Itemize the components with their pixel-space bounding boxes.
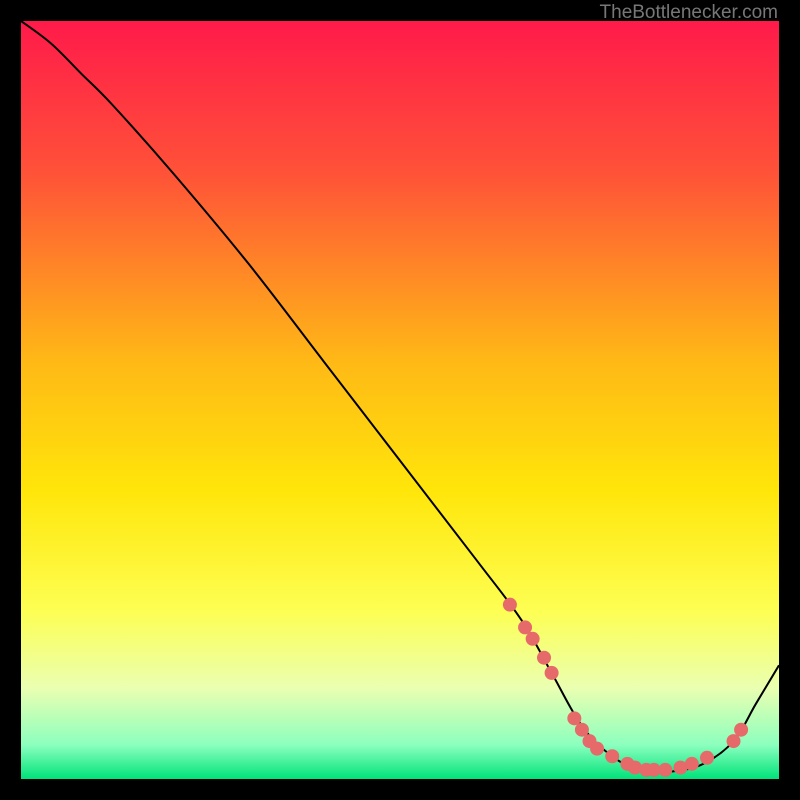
- data-marker: [734, 723, 748, 737]
- bottleneck-chart: [21, 21, 779, 779]
- data-marker: [658, 763, 672, 777]
- data-marker: [526, 632, 540, 646]
- chart-background: [21, 21, 779, 779]
- data-marker: [700, 751, 714, 765]
- data-marker: [727, 734, 741, 748]
- data-marker: [537, 651, 551, 665]
- chart-frame: [21, 21, 779, 779]
- data-marker: [575, 723, 589, 737]
- data-marker: [518, 620, 532, 634]
- data-marker: [685, 757, 699, 771]
- data-marker: [545, 666, 559, 680]
- data-marker: [503, 598, 517, 612]
- data-marker: [567, 711, 581, 725]
- data-marker: [605, 749, 619, 763]
- data-marker: [590, 742, 604, 756]
